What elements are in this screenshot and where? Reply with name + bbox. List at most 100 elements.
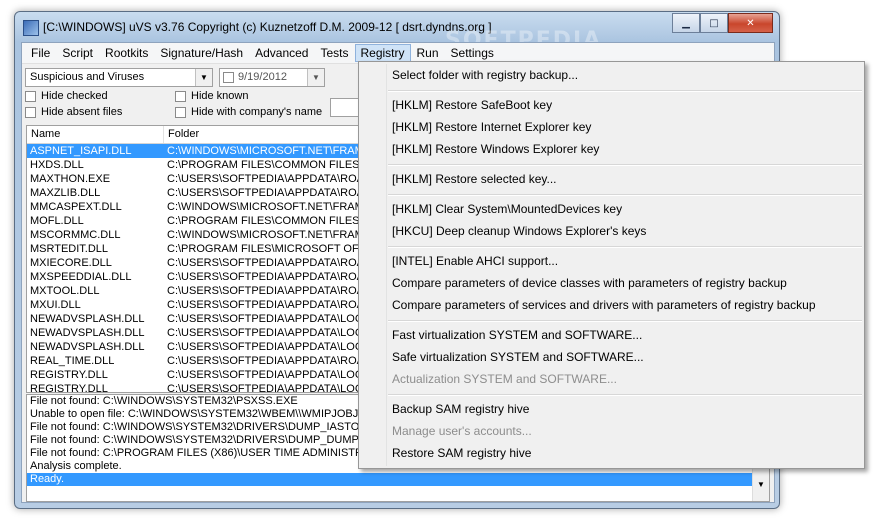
cell-name: NEWADVSPLASH.DLL [30,313,145,325]
cell-folder: C:\USERS\SOFTPEDIA\APPDATA\ROAM [167,285,373,297]
table-header: Name Folder [27,126,373,144]
file-table[interactable]: Name Folder ASPNET_ISAPI.DLL C:\WINDOWS\M… [26,125,374,393]
table-row[interactable]: MXUI.DLL C:\USERS\SOFTPEDIA\APPDATA\ROAM [27,298,373,312]
hide-checked-label: Hide checked [41,90,108,102]
title-bar[interactable]: [C:\WINDOWS] uVS v3.76 Copyright (c) Kuz… [15,12,779,53]
cell-folder: C:\USERS\SOFTPEDIA\APPDATA\LOCAL [167,369,373,381]
table-row[interactable]: MXSPEEDDIAL.DLL C:\USERS\SOFTPEDIA\APPDAT… [27,270,373,284]
menu-gutter [386,64,387,466]
cell-name: MXSPEEDDIAL.DLL [30,271,132,283]
menu-settings[interactable]: Settings [445,44,500,62]
menu-file[interactable]: File [25,44,56,62]
app-icon [23,20,39,36]
cell-folder: C:\PROGRAM FILES\MICROSOFT OFFIC [167,243,373,255]
menu-item-deep-cleanup-explorer[interactable]: [HKCU] Deep cleanup Windows Explorer's k… [392,224,646,238]
date-picker[interactable]: 9/19/2012 ▼ [219,68,325,87]
table-row[interactable]: MSCORMMC.DLL C:\WINDOWS\MICROSOFT.NET\FRA… [27,228,373,242]
table-row[interactable]: MXIECORE.DLL C:\USERS\SOFTPEDIA\APPDATA\R… [27,256,373,270]
checkbox-box[interactable] [175,106,186,118]
scroll-down-icon[interactable]: ▼ [753,480,769,489]
menu-item-enable-ahci[interactable]: [INTEL] Enable AHCI support... [392,254,558,268]
table-row[interactable]: NEWADVSPLASH.DLL C:\USERS\SOFTPEDIA\APPDA… [27,326,373,340]
column-header-name[interactable]: Name [27,126,164,143]
menu-separator [388,164,862,166]
table-row[interactable]: REAL_TIME.DLL C:\USERS\SOFTPEDIA\APPDATA\… [27,354,373,368]
minimize-button[interactable]: ▁ [672,13,700,33]
table-row[interactable]: NEWADVSPLASH.DLL C:\USERS\SOFTPEDIA\APPDA… [27,312,373,326]
cell-name: MSCORMMC.DLL [30,229,121,241]
registry-dropdown-menu: Select folder with registry backup... [H… [358,61,865,469]
cell-name: MSRTEDIT.DLL [30,243,109,255]
hide-absent-label: Hide absent files [41,106,123,118]
table-row[interactable]: MSRTEDIT.DLL C:\PROGRAM FILES\MICROSOFT O… [27,242,373,256]
menu-item-restore-explorer[interactable]: [HKLM] Restore Windows Explorer key [392,142,599,156]
cell-name: HXDS.DLL [30,159,84,171]
cell-folder: C:\WINDOWS\MICROSOFT.NET\FRAME [167,145,372,157]
filter-select[interactable]: Suspicious and Viruses ▼ [25,68,213,87]
checkbox-box[interactable] [25,106,36,118]
window-title: [C:\WINDOWS] uVS v3.76 Copyright (c) Kuz… [43,20,492,34]
table-row[interactable]: MOFL.DLL C:\PROGRAM FILES\COMMON FILES\MI [27,214,373,228]
cell-name: REAL_TIME.DLL [30,355,115,367]
menu-item-select-backup-folder[interactable]: Select folder with registry backup... [392,68,578,82]
cell-name: NEWADVSPLASH.DLL [30,327,145,339]
cell-folder: C:\USERS\SOFTPEDIA\APPDATA\ROAM [167,355,373,367]
cell-folder: C:\USERS\SOFTPEDIA\APPDATA\ROAM [167,187,373,199]
hide-company-checkbox[interactable]: Hide with company's name [175,106,322,118]
menu-item-clear-mounted-devices[interactable]: [HKLM] Clear System\MountedDevices key [392,202,622,216]
hide-checked-checkbox[interactable]: Hide checked [25,90,108,102]
table-row[interactable]: MXTOOL.DLL C:\USERS\SOFTPEDIA\APPDATA\ROA… [27,284,373,298]
date-checkbox[interactable] [223,72,234,83]
chevron-down-icon[interactable]: ▼ [195,69,212,86]
cell-folder: C:\WINDOWS\MICROSOFT.NET\FRAME [167,201,372,213]
close-button[interactable]: ✕ [728,13,773,33]
table-row[interactable]: MAXZLIB.DLL C:\USERS\SOFTPEDIA\APPDATA\RO… [27,186,373,200]
menu-item-manage-accounts: Manage user's accounts... [392,424,532,438]
menu-separator [388,394,862,396]
hide-known-checkbox[interactable]: Hide known [175,90,248,102]
table-row[interactable]: MMCASPEXT.DLL C:\WINDOWS\MICROSOFT.NET\FR… [27,200,373,214]
cell-folder: C:\USERS\SOFTPEDIA\APPDATA\LOCAL [167,383,373,393]
menu-item-safe-virtualization[interactable]: Safe virtualization SYSTEM and SOFTWARE.… [392,350,644,364]
menu-separator [388,246,862,248]
menu-registry[interactable]: Registry [354,44,411,62]
menu-signature-hash[interactable]: Signature/Hash [154,44,249,62]
menu-advanced[interactable]: Advanced [249,44,314,62]
table-row[interactable]: NEWADVSPLASH.DLL C:\USERS\SOFTPEDIA\APPDA… [27,340,373,354]
cell-folder: C:\WINDOWS\MICROSOFT.NET\FRAME [167,229,372,241]
cell-name: MOFL.DLL [30,215,84,227]
cell-name: REGISTRY.DLL [30,369,108,381]
table-row[interactable]: REGISTRY.DLL C:\USERS\SOFTPEDIA\APPDATA\L… [27,382,373,393]
menu-tests[interactable]: Tests [314,44,354,62]
menu-run[interactable]: Run [411,44,445,62]
menu-script[interactable]: Script [56,44,99,62]
table-body: ASPNET_ISAPI.DLL C:\WINDOWS\MICROSOFT.NET… [27,144,373,393]
menu-separator [388,90,862,92]
cell-folder: C:\USERS\SOFTPEDIA\APPDATA\ROAM [167,299,373,311]
table-row[interactable]: HXDS.DLL C:\PROGRAM FILES\COMMON FILES\MI [27,158,373,172]
menu-item-restore-ie[interactable]: [HKLM] Restore Internet Explorer key [392,120,591,134]
table-row[interactable]: REGISTRY.DLL C:\USERS\SOFTPEDIA\APPDATA\L… [27,368,373,382]
cell-folder: C:\USERS\SOFTPEDIA\APPDATA\LOCAL [167,313,373,325]
cell-folder: C:\USERS\SOFTPEDIA\APPDATA\ROAM [167,173,373,185]
menu-item-backup-sam[interactable]: Backup SAM registry hive [392,402,529,416]
hide-absent-checkbox[interactable]: Hide absent files [25,106,122,118]
cell-name: MAXTHON.EXE [30,173,111,185]
menu-item-restore-sam[interactable]: Restore SAM registry hive [392,446,531,460]
menu-item-compare-device-classes[interactable]: Compare parameters of device classes wit… [392,276,787,290]
menu-item-actualization: Actualization SYSTEM and SOFTWARE... [392,372,617,386]
menu-item-restore-safeboot[interactable]: [HKLM] Restore SafeBoot key [392,98,552,112]
menu-item-fast-virtualization[interactable]: Fast virtualization SYSTEM and SOFTWARE.… [392,328,642,342]
column-header-folder[interactable]: Folder [164,126,373,143]
chevron-down-icon[interactable]: ▼ [307,69,324,86]
cell-name: REGISTRY.DLL [30,383,108,393]
cell-name: MXUI.DLL [30,299,81,311]
menu-rootkits[interactable]: Rootkits [99,44,154,62]
menu-item-compare-services[interactable]: Compare parameters of services and drive… [392,298,816,312]
maximize-button[interactable]: □ [700,13,728,33]
checkbox-box[interactable] [175,90,186,102]
table-row[interactable]: ASPNET_ISAPI.DLL C:\WINDOWS\MICROSOFT.NET… [27,144,373,158]
checkbox-box[interactable] [25,90,36,102]
menu-item-restore-selected[interactable]: [HKLM] Restore selected key... [392,172,557,186]
table-row[interactable]: MAXTHON.EXE C:\USERS\SOFTPEDIA\APPDATA\RO… [27,172,373,186]
